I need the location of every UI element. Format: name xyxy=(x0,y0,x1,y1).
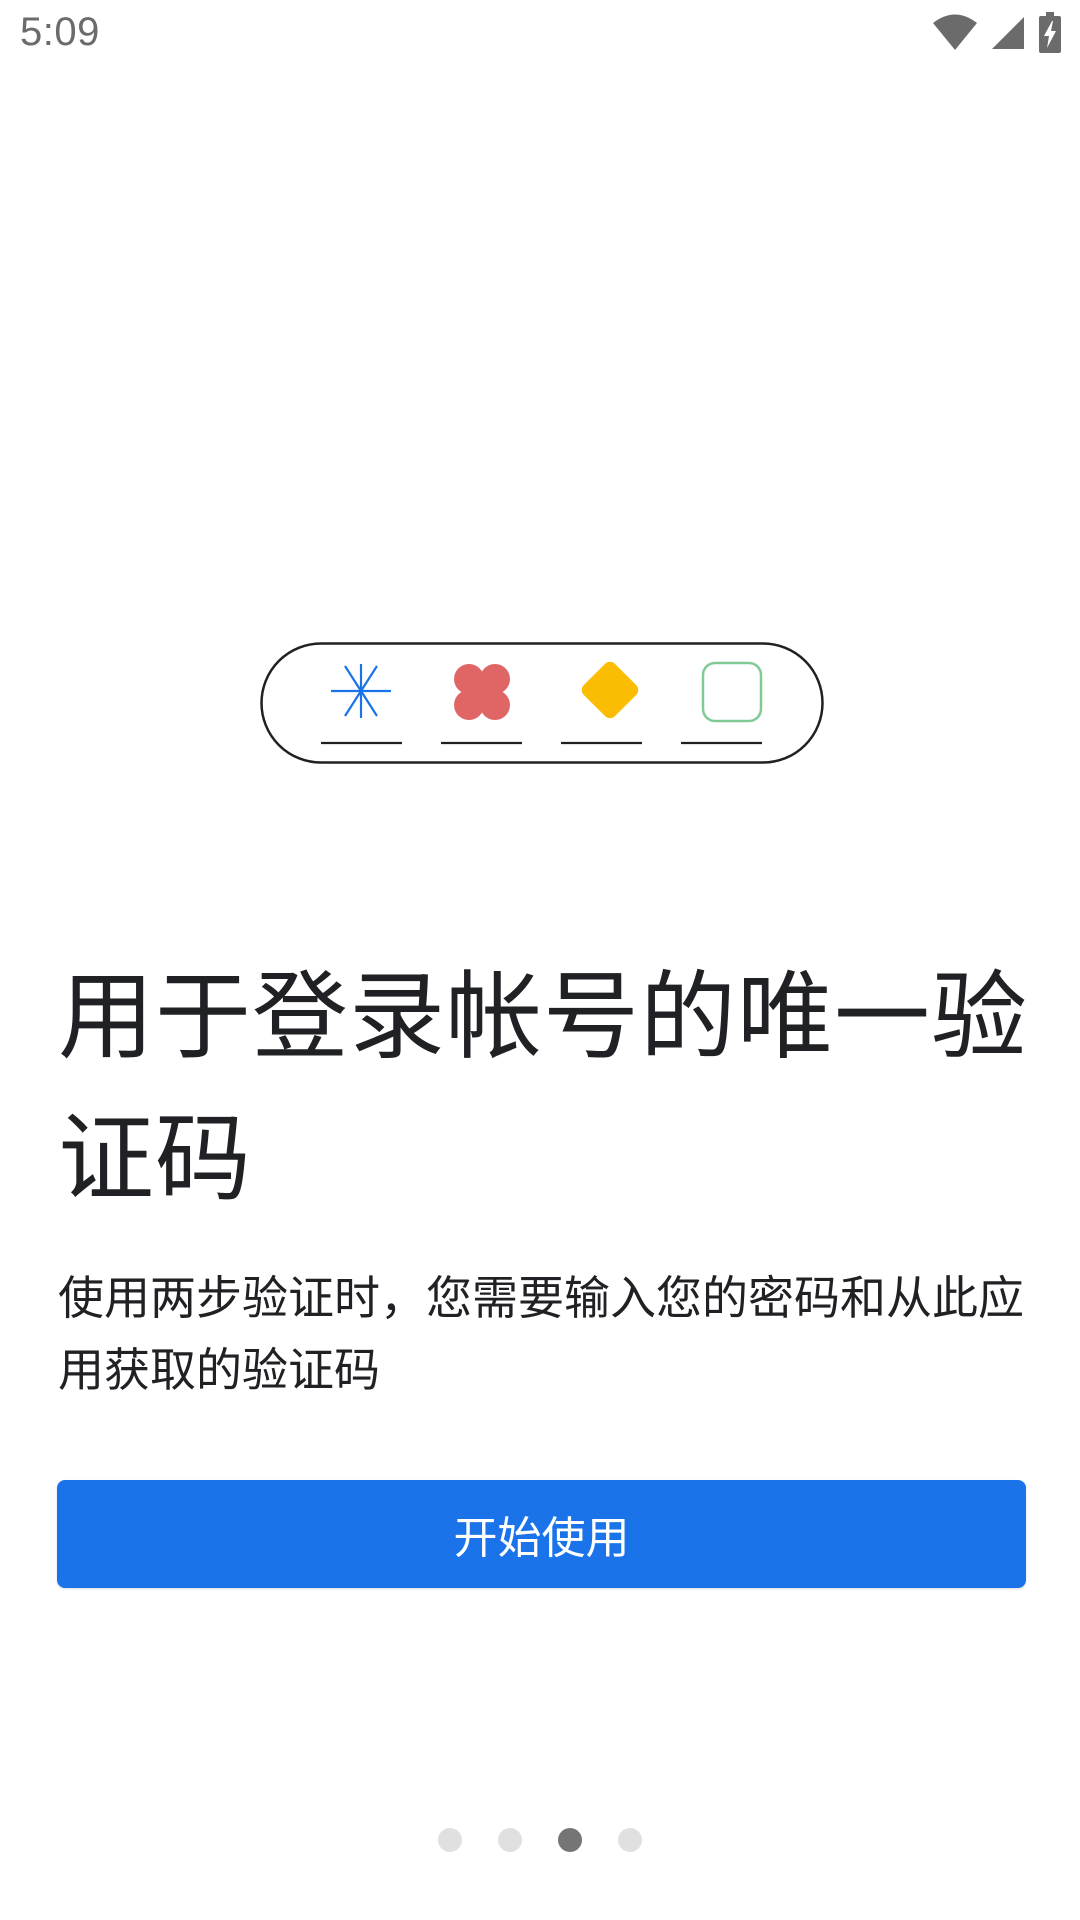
onboarding-screen: 5:09 用于登录帐号的唯一验证码 使用两步验证时，您需要输入您的密码和从此应用… xyxy=(0,0,1080,1920)
page-description: 使用两步验证时，您需要输入您的密码和从此应用获取的验证码 xyxy=(58,1271,1024,1397)
asterisk-symbol xyxy=(331,664,391,718)
page-dot-3-active[interactable] xyxy=(558,1828,582,1852)
cellular-signal-icon xyxy=(990,15,1026,55)
flower-symbol xyxy=(454,664,510,720)
battery-charging-icon xyxy=(1038,12,1062,58)
page-dot-4[interactable] xyxy=(618,1828,642,1852)
page-title: 用于登录帐号的唯一验证码 xyxy=(58,961,1028,1215)
diamond-symbol xyxy=(581,661,639,719)
rounded-square-symbol xyxy=(701,661,763,723)
verification-code-illustration xyxy=(260,642,824,764)
status-icons xyxy=(932,12,1062,58)
wifi-icon xyxy=(932,14,978,56)
illustration-graphic xyxy=(260,642,824,764)
status-bar: 5:09 xyxy=(0,0,1080,78)
page-dot-2[interactable] xyxy=(498,1828,522,1852)
status-time: 5:09 xyxy=(20,10,100,54)
page-indicator xyxy=(0,1828,1080,1852)
page-dot-1[interactable] xyxy=(438,1828,462,1852)
get-started-button[interactable]: 开始使用 xyxy=(57,1480,1026,1588)
